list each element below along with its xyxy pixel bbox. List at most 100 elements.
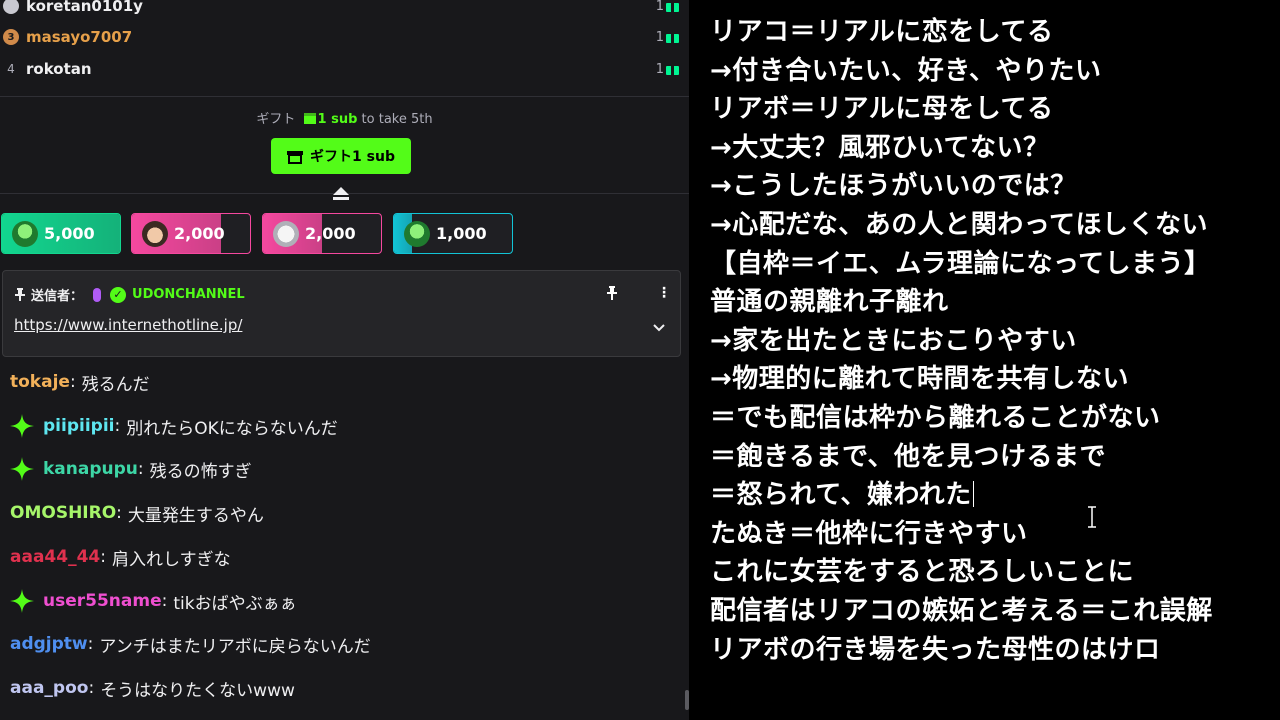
note-line[interactable]: →付き合いたい、好き、やりたい: [710, 56, 1101, 86]
sender-label: 送信者：: [31, 289, 84, 304]
chat-message: user55name: tikおばやぶぁぁ: [10, 588, 297, 614]
gift-info: ギフト 1 sub to take 5th: [0, 108, 689, 127]
note-text: これに女芸をすると恐ろしいことに: [710, 557, 1135, 588]
note-line[interactable]: 普通の親離れ子離れ: [710, 287, 949, 317]
note-text: →付き合いたい、好き、やりたい: [710, 55, 1102, 86]
chat-text: tikおばやぶぁぁ: [173, 593, 297, 614]
note-line[interactable]: たぬき＝他枠に行きやすい: [710, 519, 1027, 549]
avatar: [12, 220, 38, 247]
leaderboard-row[interactable]: 4 rokotan 1: [0, 54, 689, 84]
avatar: [273, 220, 299, 247]
pin-icon: [15, 288, 25, 301]
chat-username[interactable]: user55name: [43, 591, 162, 611]
chat-separator: :: [114, 416, 121, 436]
unpin-icon[interactable]: [606, 286, 618, 300]
card-amount: 2,000: [174, 224, 225, 243]
note-text: ＝でも配信は枠から離れることがない: [710, 403, 1161, 433]
leaderboard-count: 1: [655, 29, 664, 45]
chat-username[interactable]: kanapupu: [43, 459, 138, 479]
leaderboard-count: 1: [655, 61, 664, 77]
note-line[interactable]: →物理的に離れて時間を共有しない: [710, 364, 1129, 394]
leaderboard-row[interactable]: 3 masayo7007 1: [0, 22, 689, 52]
chat-message: tokaje: 残るんだ: [10, 369, 150, 395]
note-text: →家を出たときにおこりやすい: [710, 325, 1077, 356]
gift-icon: [666, 31, 679, 43]
divider: [0, 96, 689, 97]
top-supporter-card[interactable]: 1,000: [393, 213, 513, 254]
leaderboard-row[interactable]: koretan0101y 1: [0, 0, 689, 21]
note-line[interactable]: →大丈夫？風邪ひいてない？: [710, 133, 1050, 163]
leaderboard-name: rokotan: [26, 60, 92, 78]
chat-username[interactable]: adgjptw: [10, 634, 88, 654]
note-text: リアボ＝リアルに母をしてる: [710, 94, 1054, 125]
top-supporter-card[interactable]: 2,000: [262, 213, 382, 254]
chat-username[interactable]: aaa44_44: [10, 547, 100, 567]
note-line[interactable]: リアボ＝リアルに母をしてる: [710, 94, 1053, 124]
note-text: たぬき＝他枠に行きやすい: [710, 518, 1028, 549]
note-text: →大丈夫？風邪ひいてない？: [710, 132, 1050, 163]
note-text: ＝怒られて、嫌われた: [710, 480, 972, 511]
note-line[interactable]: ＝飽きるまで、他を見つけるまで: [710, 442, 1106, 472]
note-line[interactable]: →家を出たときにおこりやすい: [710, 326, 1077, 356]
card-amount: 1,000: [436, 224, 487, 243]
sparkle-badge-icon: [10, 414, 34, 438]
note-line[interactable]: 配信者はリアコの嫉妬と考える＝これ誤解: [710, 596, 1213, 626]
leaderboard-count: 1: [655, 0, 664, 14]
chat-separator: :: [137, 459, 144, 479]
chat-message: OMOSHIRO: 大量発生するやん: [10, 500, 264, 526]
gift-info-suffix: to take 5th: [361, 112, 433, 127]
avatar: [404, 220, 430, 247]
chevron-down-icon[interactable]: [652, 323, 666, 333]
note-text: 【自枠＝イエ、ムラ理論になってしまう】: [710, 248, 1211, 279]
gift-icon: [666, 0, 679, 12]
chat-message: aaa_poo: そうはなりたくないwww: [10, 675, 295, 701]
note-line[interactable]: ＝でも配信は枠から離れることがない: [710, 403, 1161, 433]
gift-button-label: ギフト1 sub: [310, 149, 395, 165]
chat-message: piipiipii: 別れたらOKにならないんだ: [10, 413, 338, 439]
text-caret: [972, 481, 974, 508]
note-line[interactable]: リアボの行き場を失った母性のはけロ: [710, 635, 1161, 665]
chat-message: aaa44_44: 肩入れしすぎな: [10, 544, 231, 570]
chat-text: 別れたらOKにならないんだ: [126, 418, 338, 439]
bronze-medal-icon: 3: [3, 29, 19, 45]
chat-username[interactable]: tokaje: [10, 372, 70, 392]
chat-text: アンチはまたリアボに戻らないんだ: [99, 636, 371, 657]
note-line[interactable]: →心配だな、あの人と関わってほしくない: [710, 210, 1208, 240]
top-supporter-card[interactable]: 5,000: [1, 213, 121, 254]
chat-separator: :: [69, 372, 76, 392]
pinned-link[interactable]: https://www.internethotline.jp/: [14, 316, 242, 334]
gift-icon: [666, 63, 679, 75]
silver-medal-icon: [3, 0, 19, 14]
note-line[interactable]: リアコ＝リアルに恋をしてる: [710, 17, 1053, 47]
chat-text: 残るの怖すぎ: [149, 461, 252, 482]
chat-panel: koretan0101y 1 3 masayo7007 1 4 rokotan …: [0, 0, 689, 720]
note-text: リアボの行き場を失った母性のはけロ: [710, 634, 1161, 665]
notes-panel[interactable]: リアコ＝リアルに恋をしてる →付き合いたい、好き、やりたい リアボ＝リアルに母をして…: [691, 0, 1280, 720]
sparkle-badge-icon: [10, 589, 34, 613]
text-cursor-icon: [1088, 506, 1096, 528]
chat-message: kanapupu: 残るの怖すぎ: [10, 456, 252, 482]
chat-separator: :: [88, 678, 95, 698]
note-line[interactable]: これに女芸をすると恐ろしいことに: [710, 557, 1134, 587]
more-options-icon[interactable]: ⋮: [657, 286, 671, 300]
note-text: →心配だな、あの人と関わってほしくない: [710, 210, 1208, 240]
top-supporter-card[interactable]: 2,000: [131, 213, 251, 254]
note-text: 普通の親離れ子離れ: [710, 287, 949, 318]
chat-separator: :: [100, 547, 106, 567]
sender-name[interactable]: UDONCHANNEL: [132, 287, 245, 302]
pinned-message: 送信者： ✓ UDONCHANNEL https://www.interneth…: [2, 270, 681, 357]
avatar: [142, 220, 168, 247]
note-line[interactable]: ＝怒られて、嫌われた: [710, 480, 974, 510]
chat-separator: :: [116, 503, 122, 523]
note-line[interactable]: →こうしたほうがいいのでは？: [710, 171, 1077, 201]
chat-username[interactable]: aaa_poo: [10, 678, 88, 698]
chat-username[interactable]: OMOSHIRO: [10, 503, 116, 523]
collapse-icon[interactable]: [332, 185, 350, 203]
gift-sub-button[interactable]: ギフト1 sub: [271, 138, 411, 174]
note-line[interactable]: 【自枠＝イエ、ムラ理論になってしまう】: [710, 249, 1211, 279]
gift-icon: [287, 149, 304, 164]
chat-separator: :: [161, 591, 168, 611]
leaderboard-name: koretan0101y: [26, 0, 143, 15]
card-amount: 2,000: [305, 224, 356, 243]
chat-username[interactable]: piipiipii: [43, 416, 114, 436]
